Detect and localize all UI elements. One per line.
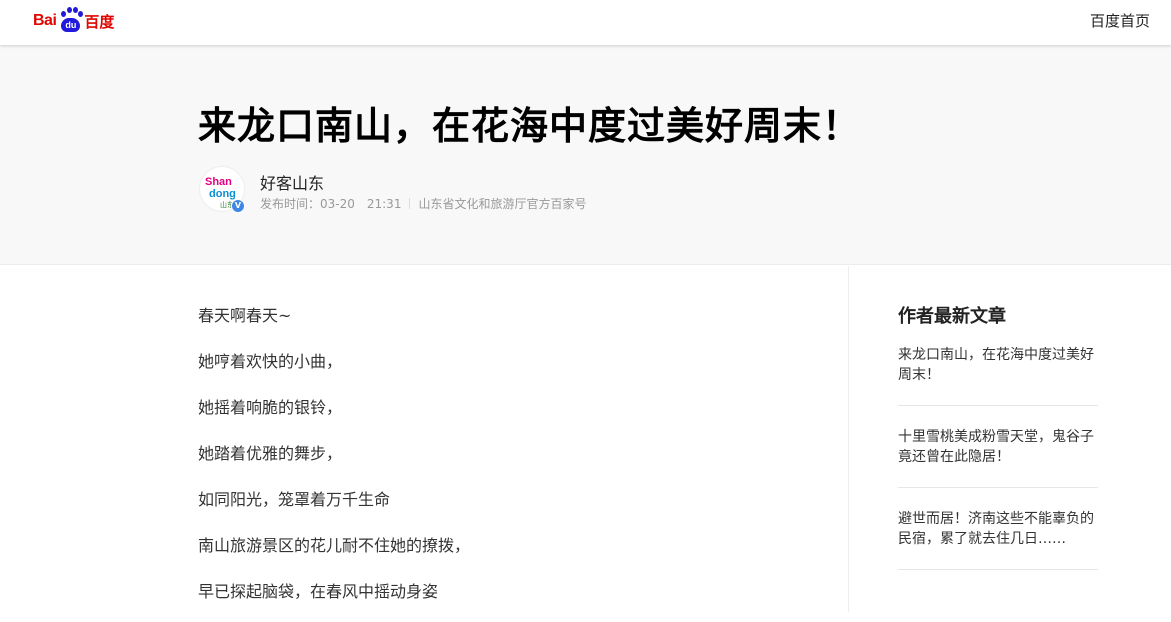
article-paragraph: 春天啊春天~ (198, 306, 292, 325)
avatar-text-1: Shan (205, 176, 232, 188)
logo-bai-text: Bai (33, 12, 57, 29)
verified-icon: V (231, 199, 245, 213)
article-paragraph: 南山旅游景区的花儿耐不住她的撩拨， (198, 536, 471, 555)
baidu-home-link[interactable]: 百度首页 (1090, 10, 1150, 31)
sidebar-article-link[interactable]: 来龙口南山，在花海中度过美好周末！ (898, 345, 1098, 406)
article-paragraph: 她哼着欢快的小曲， (198, 352, 343, 371)
article-paragraph: 如同阳光，笼罩着万千生命 (198, 490, 391, 509)
publish-time: 发布时间：03-20 21:31 (260, 197, 402, 211)
article-paragraph: 她踏着优雅的舞步， (198, 444, 343, 463)
avatar-text-2: dong (209, 188, 236, 200)
article-paragraph: 她摇着响脆的银铃， (198, 398, 343, 417)
sidebar-heading: 作者最新文章 (898, 306, 1006, 327)
article-header: 来龙口南山，在花海中度过美好周末！ Shan dong 山东 V 好客山东 发布… (0, 45, 1171, 265)
sidebar-article-link[interactable]: 避世而居！济南这些不能辜负的民宿，累了就去住几日…… (898, 509, 1098, 570)
article-title: 来龙口南山，在花海中度过美好周末！ (198, 104, 862, 148)
logo-du-text: du (61, 18, 81, 32)
sidebar-article-link[interactable]: 十里雪桃美成粉雪天堂，鬼谷子竟还曾在此隐居！ (898, 427, 1098, 488)
article-meta: 发布时间：03-20 21:31 山东省文化和旅游厅官方百家号 (260, 195, 586, 212)
article-body: 春天啊春天~ 她哼着欢快的小曲， 她摇着响脆的银铃， 她踏着优雅的舞步， 如同阳… (198, 300, 798, 622)
paw-icon: du (57, 6, 84, 36)
sidebar: 作者最新文章 来龙口南山，在花海中度过美好周末！ 十里雪桃美成粉雪天堂，鬼谷子竟… (898, 300, 1098, 591)
author-name[interactable]: 好客山东 (260, 170, 324, 194)
top-bar: Bai du 百度 百度首页 (0, 0, 1171, 45)
meta-divider (409, 198, 411, 209)
article-paragraph: 早已探起脑袋，在春风中摇动身姿 (198, 582, 439, 601)
sidebar-divider (848, 266, 849, 612)
logo-cn-text: 百度 (84, 13, 115, 31)
source-label: 山东省文化和旅游厅官方百家号 (418, 197, 587, 211)
baidu-logo[interactable]: Bai du 百度 (33, 6, 117, 36)
